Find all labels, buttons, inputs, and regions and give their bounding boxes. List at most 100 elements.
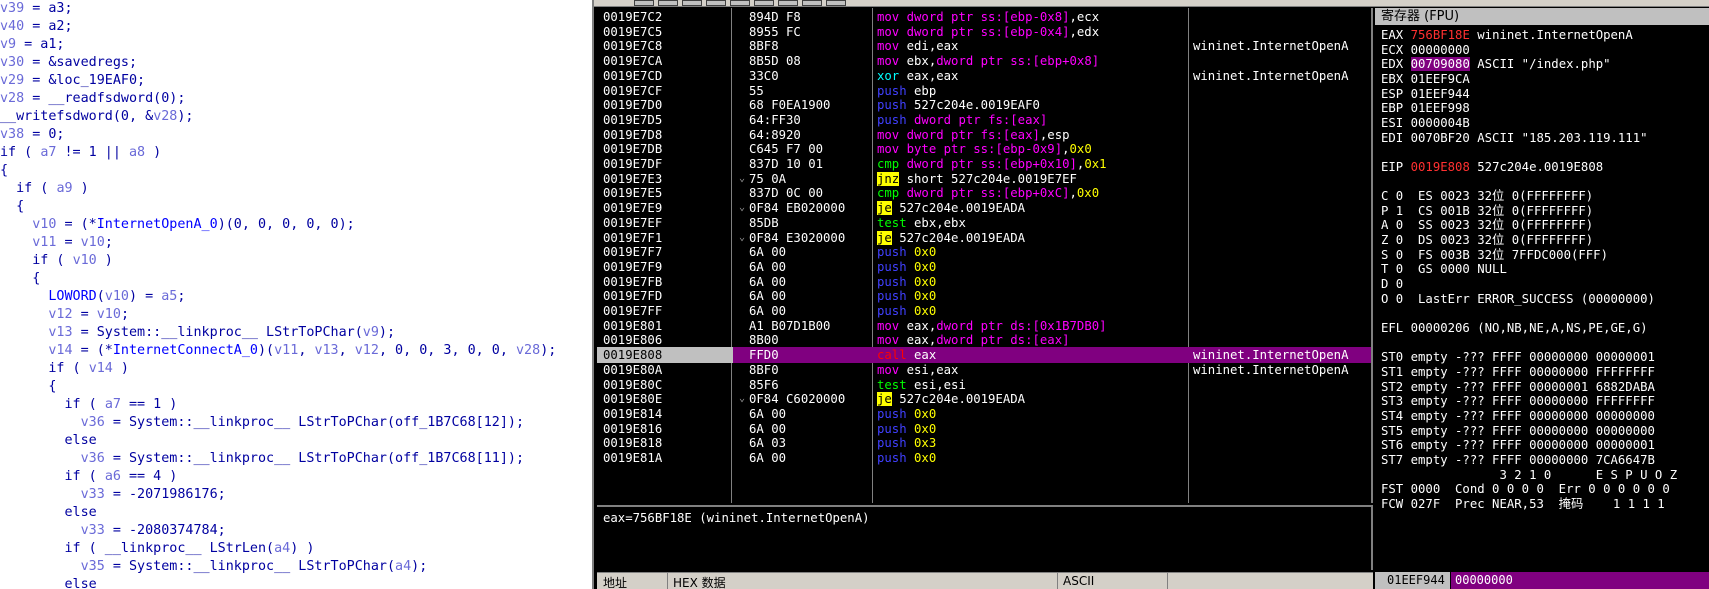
dump-ascii-header[interactable]: ASCII [1063,574,1094,588]
register-line[interactable]: A 0 SS 0023 32位 0(FFFFFFFF) [1381,217,1593,233]
register-line[interactable]: ESI 0000004B [1381,115,1470,131]
code-line[interactable]: else [0,576,592,589]
disassembly-pane[interactable]: 0019E7C2 894D F8 mov dword ptr ss:[ebp-0x8… [597,8,1373,503]
toolbar-button[interactable] [826,0,846,6]
register-line[interactable]: D 0 [1381,276,1403,292]
toolbar-button[interactable] [634,0,654,6]
disasm-row[interactable]: 0019E80E ⌄ 0F84 C6020000 je 527c204e.0019EA… [597,391,1371,407]
code-line[interactable]: v11 = v10; [0,234,592,252]
code-line[interactable]: else [0,504,592,522]
disasm-row[interactable]: 0019E818 6A 03 push 0x3 [597,435,1371,451]
disasm-row[interactable]: 0019E7DF 837D 10 01 cmp dword ptr ss:[ebp+… [597,156,1371,172]
register-line[interactable]: FST 0000 Cond 0 0 0 0 Err 0 0 0 0 0 0 [1381,481,1670,497]
dump-addr-header[interactable]: 地址 [603,574,627,589]
toolbar-button[interactable] [778,0,798,6]
code-line[interactable]: if ( a7 != 1 || a8 ) [0,144,592,162]
register-line[interactable]: ESP 01EEF944 [1381,86,1470,102]
disasm-row[interactable]: 0019E7CD 33C0 xor eax,eax wininet.InternetO… [597,68,1371,84]
code-line[interactable]: v40 = a2; [0,18,592,36]
code-line[interactable]: v13 = System::__linkproc__ LStrToPChar(v… [0,324,592,342]
code-line[interactable]: if ( v14 ) [0,360,592,378]
register-line[interactable]: P 1 CS 001B 32位 0(FFFFFFFF) [1381,203,1593,219]
register-line[interactable]: EAX 756BF18E wininet.InternetOpenA [1381,27,1633,43]
register-line[interactable]: EBP 01EEF998 [1381,100,1470,116]
code-line[interactable]: { [0,198,592,216]
disasm-row[interactable]: 0019E7DB C645 F7 00 mov byte ptr ss:[ebp-0… [597,141,1371,157]
code-line[interactable]: v36 = System::__linkproc__ LStrToPChar(o… [0,450,592,468]
register-line[interactable]: ECX 00000000 [1381,42,1470,58]
code-line[interactable]: if ( a6 == 4 ) [0,468,592,486]
toolbar-button[interactable] [754,0,774,6]
code-line[interactable]: v30 = &savedregs; [0,54,592,72]
code-line[interactable]: if ( a7 == 1 ) [0,396,592,414]
register-line[interactable]: 3 2 1 0 E S P U O Z [1381,467,1677,483]
registers-pane[interactable]: 寄存器 (FPU) EAX 756BF18E wininet.InternetO… [1375,8,1709,572]
disasm-row[interactable]: 0019E7FF 6A 00 push 0x0 [597,303,1371,319]
disasm-row[interactable]: 0019E7C2 894D F8 mov dword ptr ss:[ebp-0x8… [597,9,1371,25]
disasm-row[interactable]: 0019E7E9 ⌄ 0F84 EB020000 je 527c204e.0019EA… [597,200,1371,216]
stack-address[interactable]: 01EEF944 [1375,572,1450,589]
register-line[interactable]: EDX 00709080 ASCII "/index.php" [1381,56,1611,72]
disasm-row[interactable]: 0019E801 A1 B07D1B00 mov eax,dword ptr ds:… [597,318,1371,334]
code-line[interactable]: v14 = (*InternetConnectA_0)(v11, v13, v1… [0,342,592,360]
disasm-row[interactable]: 0019E80C 85F6 test esi,esi [597,377,1371,393]
toolbar-button[interactable] [730,0,750,6]
toolbar-button[interactable] [802,0,822,6]
register-line[interactable]: EDI 0070BF20 ASCII "185.203.119.111" [1381,130,1648,146]
register-line[interactable]: EFL 00000206 (NO,NB,NE,A,NS,PE,GE,G) [1381,320,1648,336]
code-line[interactable]: v38 = 0; [0,126,592,144]
pseudocode-pane[interactable]: v39 = a3; v40 = a2; v9 = a1; v30 = &savedre… [0,0,592,589]
disasm-row[interactable]: 0019E7F7 6A 00 push 0x0 [597,244,1371,260]
register-line[interactable]: EIP 0019E808 527c204e.0019E808 [1381,159,1603,175]
register-line[interactable]: T 0 GS 0000 NULL [1381,261,1507,277]
disasm-row[interactable]: 0019E7D8 64:8920 mov dword ptr fs:[eax],es… [597,127,1371,143]
disasm-row[interactable]: 0019E7D0 68 F0EA1900 push 527c204e.0019EAF… [597,97,1371,113]
code-line[interactable]: v28 = __readfsdword(0); [0,90,592,108]
code-line[interactable]: v29 = &loc_19EAF0; [0,72,592,90]
code-line[interactable]: { [0,270,592,288]
disasm-row[interactable]: 0019E7E5 837D 0C 00 cmp dword ptr ss:[ebp+… [597,185,1371,201]
disasm-row[interactable]: 0019E80A 8BF0 mov esi,eax wininet.InternetO… [597,362,1371,378]
code-line[interactable]: v9 = a1; [0,36,592,54]
disasm-row[interactable]: 0019E7C8 8BF8 mov edi,eax wininet.InternetO… [597,38,1371,54]
register-line[interactable]: Z 0 DS 0023 32位 0(FFFFFFFF) [1381,232,1593,248]
registers-title[interactable]: 寄存器 (FPU) [1375,8,1709,25]
disasm-row[interactable]: 0019E7C5 8955 FC mov dword ptr ss:[ebp-0x4… [597,24,1371,40]
code-line[interactable]: if ( v10 ) [0,252,592,270]
disasm-row[interactable]: 0019E806 8B00 mov eax,dword ptr ds:[eax] [597,332,1371,348]
register-line[interactable]: ST1 empty -??? FFFF 00000000 FFFFFFFF [1381,364,1655,380]
code-line[interactable]: v33 = -2071986176; [0,486,592,504]
disasm-row[interactable]: 0019E816 6A 00 push 0x0 [597,421,1371,437]
register-line[interactable]: ST6 empty -??? FFFF 00000000 00000001 [1381,437,1655,453]
register-line[interactable]: FCW 027F Prec NEAR,53 掩码 1 1 1 1 [1381,496,1665,512]
code-line[interactable]: v36 = System::__linkproc__ LStrToPChar(o… [0,414,592,432]
register-line[interactable]: ST2 empty -??? FFFF 00000001 6882DABA [1381,379,1655,395]
code-line[interactable]: LOWORD(v10) = a5; [0,288,592,306]
disasm-row[interactable]: 0019E81A 6A 00 push 0x0 [597,450,1371,466]
disasm-row[interactable]: 0019E7EF 85DB test ebx,ebx [597,215,1371,231]
register-line[interactable]: ST4 empty -??? FFFF 00000000 00000000 [1381,408,1655,424]
register-line[interactable]: ST5 empty -??? FFFF 00000000 00000000 [1381,423,1655,439]
code-line[interactable]: else [0,432,592,450]
disasm-row[interactable]: 0019E7FB 6A 00 push 0x0 [597,274,1371,290]
disasm-row[interactable]: 0019E814 6A 00 push 0x0 [597,406,1371,422]
dump-hex-header[interactable]: HEX 数据 [673,574,726,589]
register-line[interactable]: ST0 empty -??? FFFF 00000000 00000001 [1381,349,1655,365]
stack-pane[interactable]: 01EEF944 00000000 [1375,572,1709,589]
code-line[interactable]: v12 = v10; [0,306,592,324]
code-line[interactable]: if ( __linkproc__ LStrLen(a4) ) [0,540,592,558]
toolbar-button[interactable] [658,0,678,6]
disasm-row[interactable]: 0019E808 FFD0 call eax wininet.InternetOpen… [597,347,1371,364]
code-line[interactable]: v33 = -2080374784; [0,522,592,540]
code-line[interactable]: __writefsdword(0, &v28); [0,108,592,126]
register-line[interactable]: ST3 empty -??? FFFF 00000000 FFFFFFFF [1381,393,1655,409]
code-line[interactable]: { [0,162,592,180]
register-line[interactable]: O 0 LastErr ERROR_SUCCESS (00000000) [1381,291,1655,307]
disasm-row[interactable]: 0019E7E3 ⌄ 75 0A jnz short 527c204e.0019E7E… [597,171,1371,187]
disasm-row[interactable]: 0019E7D5 64:FF30 push dword ptr fs:[eax] [597,112,1371,128]
code-line[interactable]: v39 = a3; [0,0,592,18]
code-line[interactable]: if ( a9 ) [0,180,592,198]
disasm-row[interactable]: 0019E7F1 ⌄ 0F84 E3020000 je 527c204e.0019EA… [597,230,1371,246]
register-line[interactable]: ST7 empty -??? FFFF 00000000 7CA6647B [1381,452,1655,468]
toolbar-button[interactable] [682,0,702,6]
